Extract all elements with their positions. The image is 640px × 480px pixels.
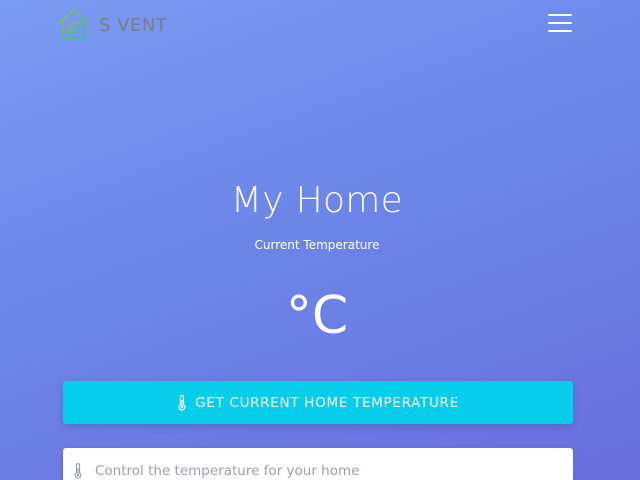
thermometer-icon (74, 463, 82, 479)
house-leaf-icon (59, 9, 89, 39)
hamburger-menu-icon[interactable] (544, 10, 576, 36)
brand-link[interactable]: S VENT (57, 6, 167, 42)
page-subtitle: Current Temperature (254, 238, 380, 252)
page-title: My Home (230, 180, 404, 221)
menu-bar (548, 14, 572, 16)
menu-bar (548, 22, 572, 24)
temperature-reading: °C (285, 286, 349, 346)
temperature-control-input[interactable] (95, 460, 565, 480)
thermometer-icon (178, 394, 186, 411)
get-temperature-button-label: GET CURRENT HOME TEMPERATURE (195, 394, 459, 411)
menu-bar (548, 30, 572, 32)
brand-name: S VENT (99, 14, 168, 36)
navbar: S VENT (0, 0, 640, 48)
temperature-control-field (63, 448, 573, 480)
get-temperature-button[interactable]: GET CURRENT HOME TEMPERATURE (63, 381, 573, 424)
